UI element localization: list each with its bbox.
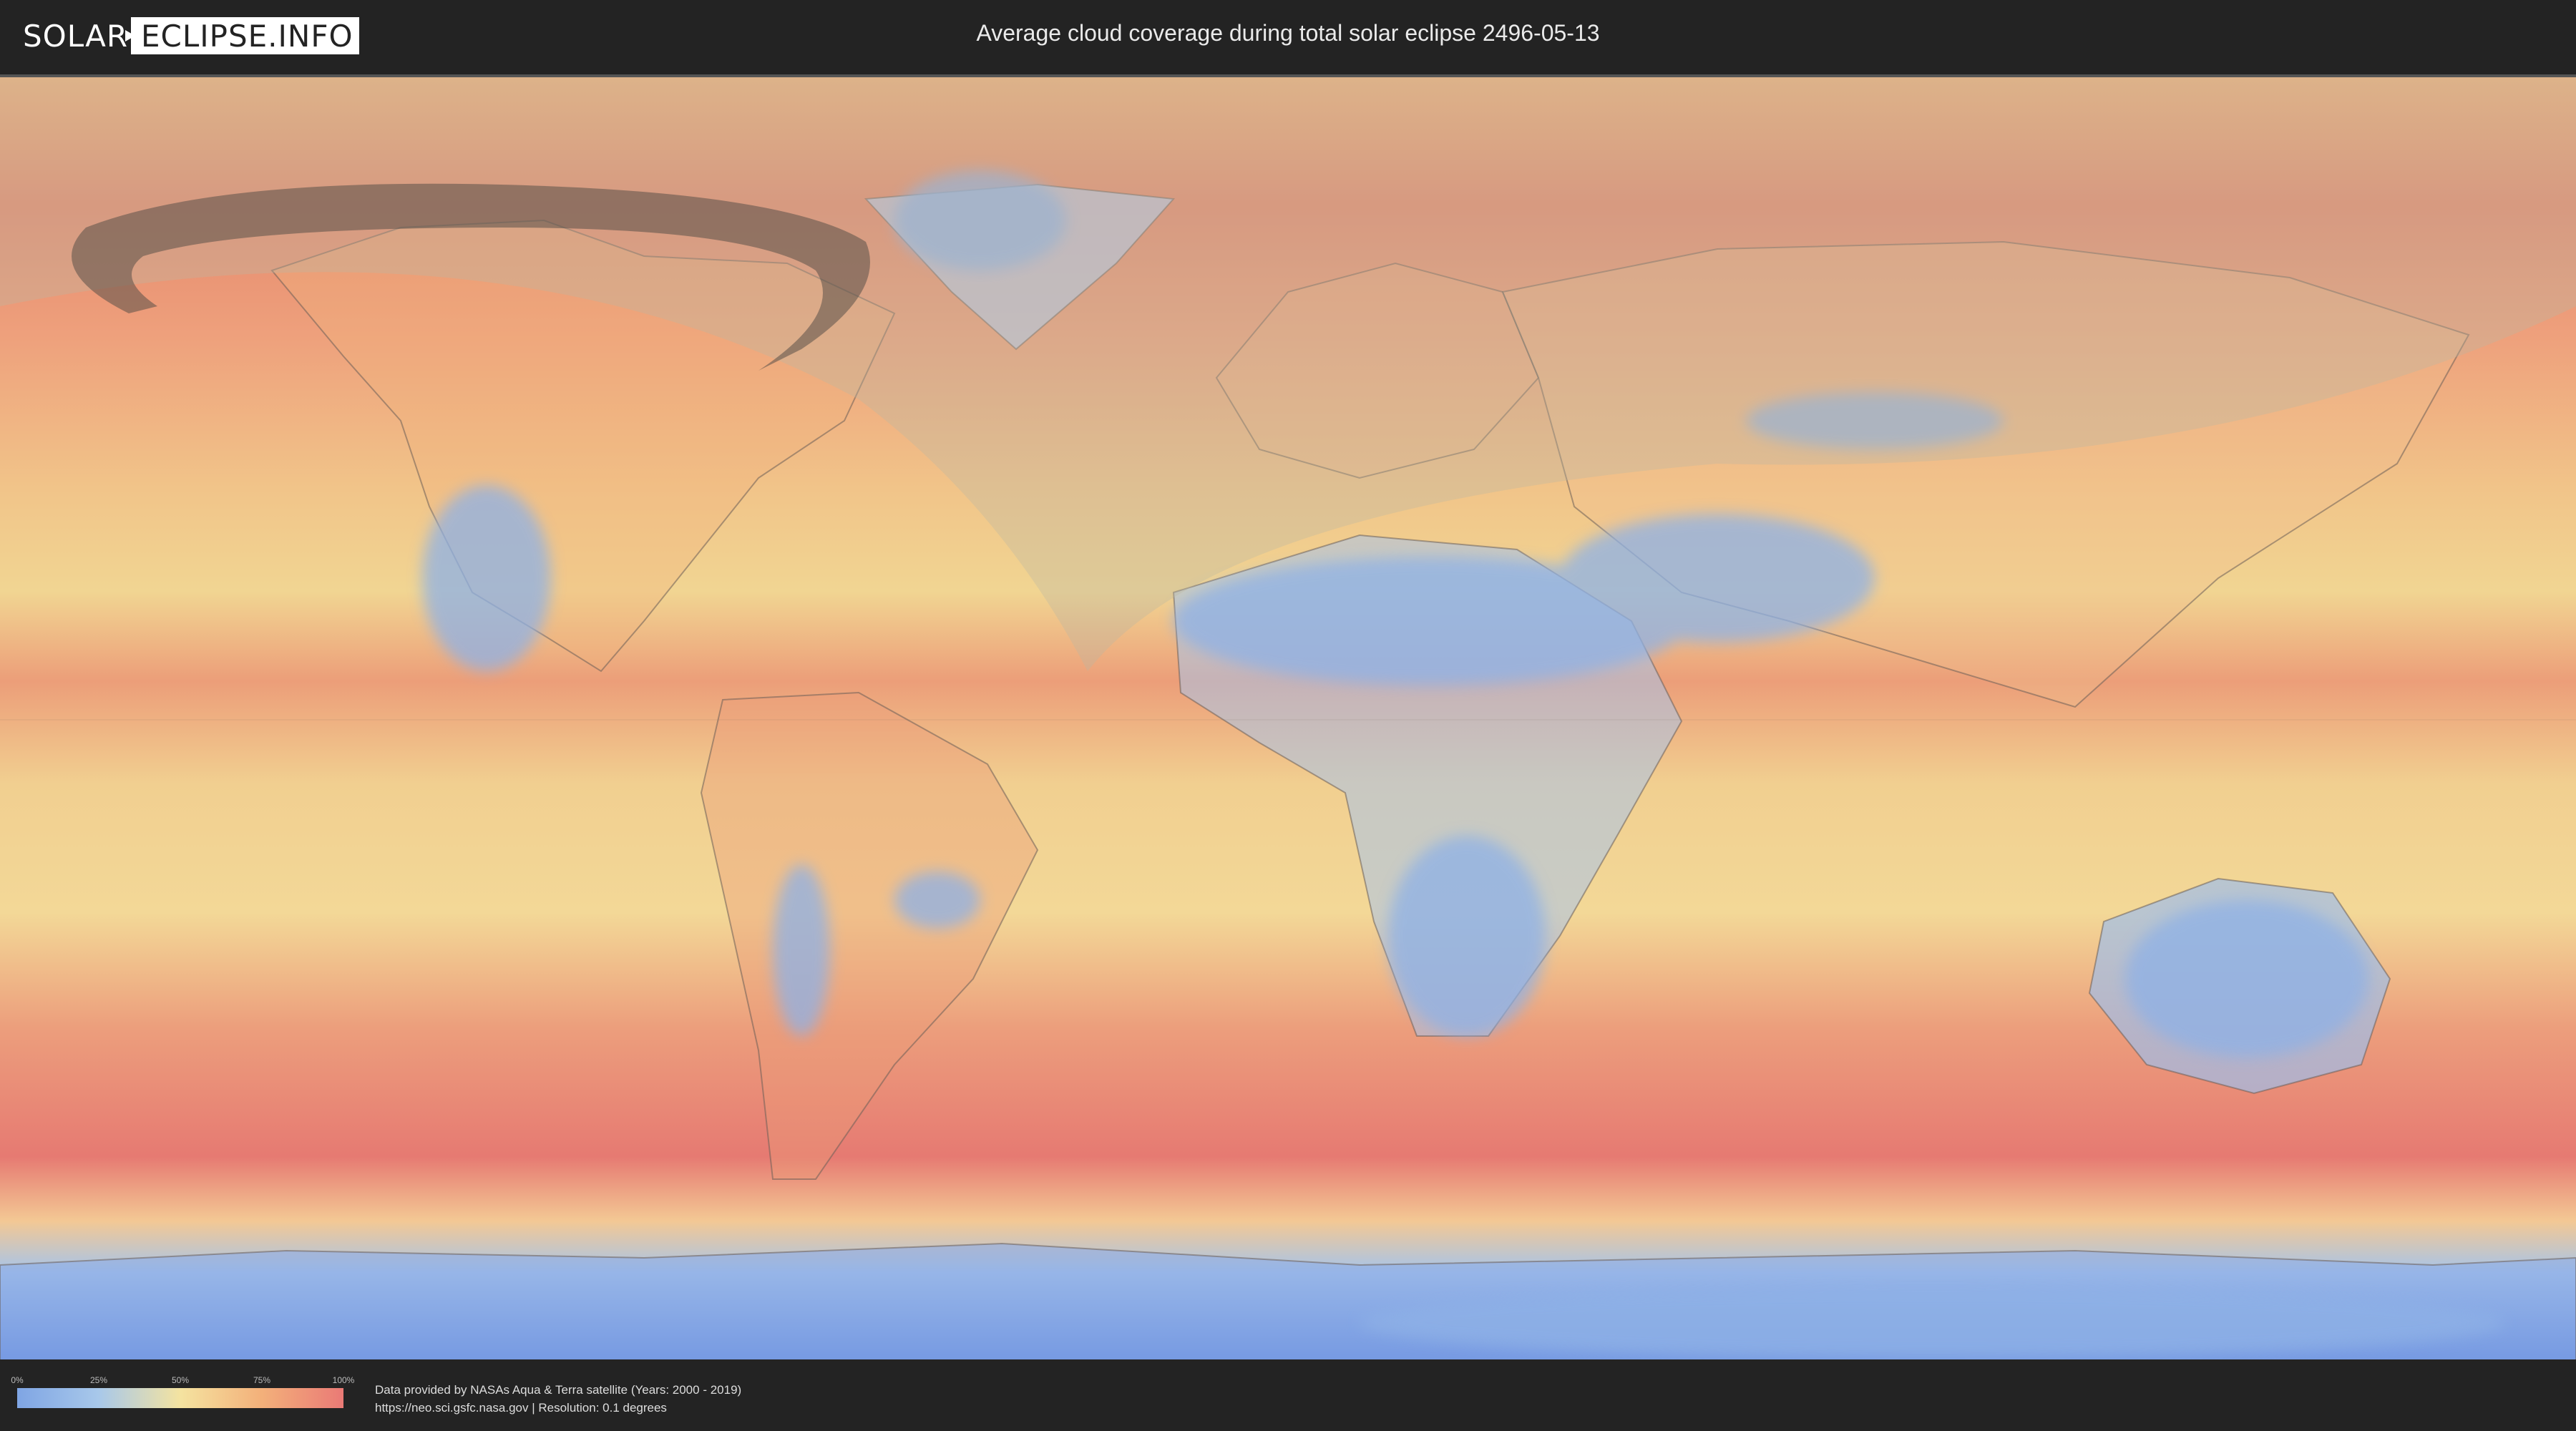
legend-tick-50: 50% [171, 1375, 190, 1385]
legend-tick-100: 100% [332, 1375, 355, 1385]
credits-line-source: Data provided by NASAs Aqua & Terra sate… [375, 1383, 742, 1397]
legend-ticks: 0% 25% 50% 75% 100% [11, 1375, 354, 1387]
color-legend: 0% 25% 50% 75% 100% [11, 1375, 354, 1408]
legend-gradient-bar [17, 1388, 343, 1408]
page-title: Average cloud coverage during total sola… [976, 20, 1600, 46]
data-credits: Data provided by NASAs Aqua & Terra sate… [375, 1381, 741, 1417]
legend-tick-25: 25% [89, 1375, 108, 1385]
world-map-icon [0, 77, 2576, 1362]
legend-tick-0: 0% [11, 1375, 24, 1385]
legend-tick-75: 75% [253, 1375, 271, 1385]
cloud-coverage-map [0, 74, 2576, 1362]
header-bar: SOLAR ECLIPSE.INFO Average cloud coverag… [0, 0, 2576, 72]
credits-line-resolution[interactable]: https://neo.sci.gsfc.nasa.gov | Resoluti… [375, 1399, 741, 1417]
footer-bar: 0% 25% 50% 75% 100% Data provided by NAS… [0, 1359, 2576, 1431]
